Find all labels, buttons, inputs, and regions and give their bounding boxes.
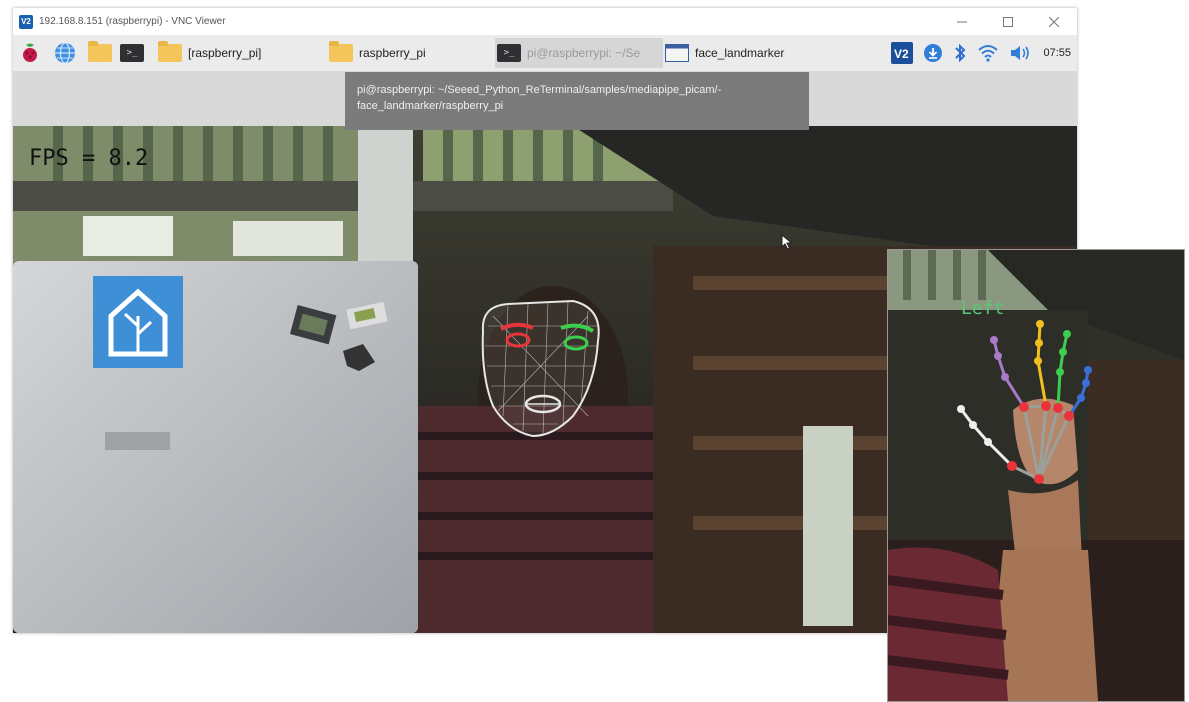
- window-title: 192.168.8.151 (raspberrypi) - VNC Viewer: [39, 16, 226, 27]
- file-manager-icon: [88, 41, 112, 62]
- terminal-launcher-button[interactable]: >_: [117, 35, 147, 71]
- vnc-icon: V2: [891, 42, 914, 64]
- task-label: raspberry_pi: [359, 46, 426, 60]
- updater-tray-button[interactable]: [923, 43, 943, 63]
- file-manager-button[interactable]: [85, 35, 115, 71]
- hand-landmarker-inset: Left: [887, 249, 1185, 702]
- browser-globe-icon: [55, 42, 75, 64]
- handedness-label: Left: [961, 298, 1005, 319]
- minimize-button[interactable]: [939, 8, 985, 35]
- folder-icon: [329, 41, 353, 62]
- vnc-tray-button[interactable]: V2: [891, 42, 914, 64]
- raspberry-menu-icon: [23, 43, 37, 62]
- task-face-landmarker[interactable]: face_landmarker: [665, 38, 830, 68]
- raspberry-pi-taskbar: >_ [raspberry_pi] raspberry_pi >_ pi@ras…: [13, 35, 1077, 71]
- maximize-icon: [1003, 16, 1013, 27]
- maximize-button[interactable]: [985, 8, 1031, 35]
- tooltip-line-2: face_landmarker/raspberry_pi: [357, 100, 504, 112]
- mouse-cursor-icon: [781, 234, 793, 250]
- taskbar-clock[interactable]: 07:55: [1043, 47, 1071, 59]
- volume-icon: [1011, 46, 1030, 60]
- wifi-tray-button[interactable]: [977, 44, 999, 62]
- terminal-icon: >_: [497, 44, 521, 62]
- folder-icon: [158, 41, 182, 62]
- tooltip-line-1: pi@raspberrypi: ~/Seeed_Python_ReTermina…: [357, 84, 722, 96]
- close-button[interactable]: [1031, 8, 1077, 35]
- download-icon: [924, 44, 943, 62]
- svg-text:V2: V2: [894, 47, 909, 61]
- close-icon: [1049, 16, 1059, 27]
- terminal-task-tooltip: pi@raspberrypi: ~/Seeed_Python_ReTermina…: [345, 72, 809, 130]
- task-label: [raspberry_pi]: [188, 46, 262, 60]
- vnc-logo-icon: V2: [19, 14, 33, 29]
- window-titlebar[interactable]: V2 192.168.8.151 (raspberrypi) - VNC Vie…: [13, 8, 1077, 35]
- bluetooth-icon: [955, 43, 966, 63]
- window-icon: [665, 44, 689, 62]
- system-tray: V2 07:55: [891, 35, 1077, 71]
- task-label: pi@raspberrypi: ~/Se: [527, 46, 641, 60]
- task-folder-raspberry-pi[interactable]: raspberry_pi: [329, 38, 494, 68]
- raspberry-menu-button[interactable]: [17, 35, 43, 71]
- wifi-icon: [978, 45, 999, 62]
- minimize-icon: [957, 21, 967, 22]
- fps-readout: FPS = 8.2: [29, 146, 149, 171]
- task-folder-raspberry-pi-bracket[interactable]: [raspberry_pi]: [158, 38, 323, 68]
- task-label: face_landmarker: [695, 46, 785, 60]
- bluetooth-tray-button[interactable]: [953, 43, 967, 63]
- hand-scene: [888, 250, 1184, 701]
- task-terminal[interactable]: >_ pi@raspberrypi: ~/Se: [495, 38, 663, 68]
- terminal-icon: >_: [120, 44, 144, 62]
- volume-tray-button[interactable]: [1009, 44, 1033, 62]
- browser-button[interactable]: [51, 35, 79, 71]
